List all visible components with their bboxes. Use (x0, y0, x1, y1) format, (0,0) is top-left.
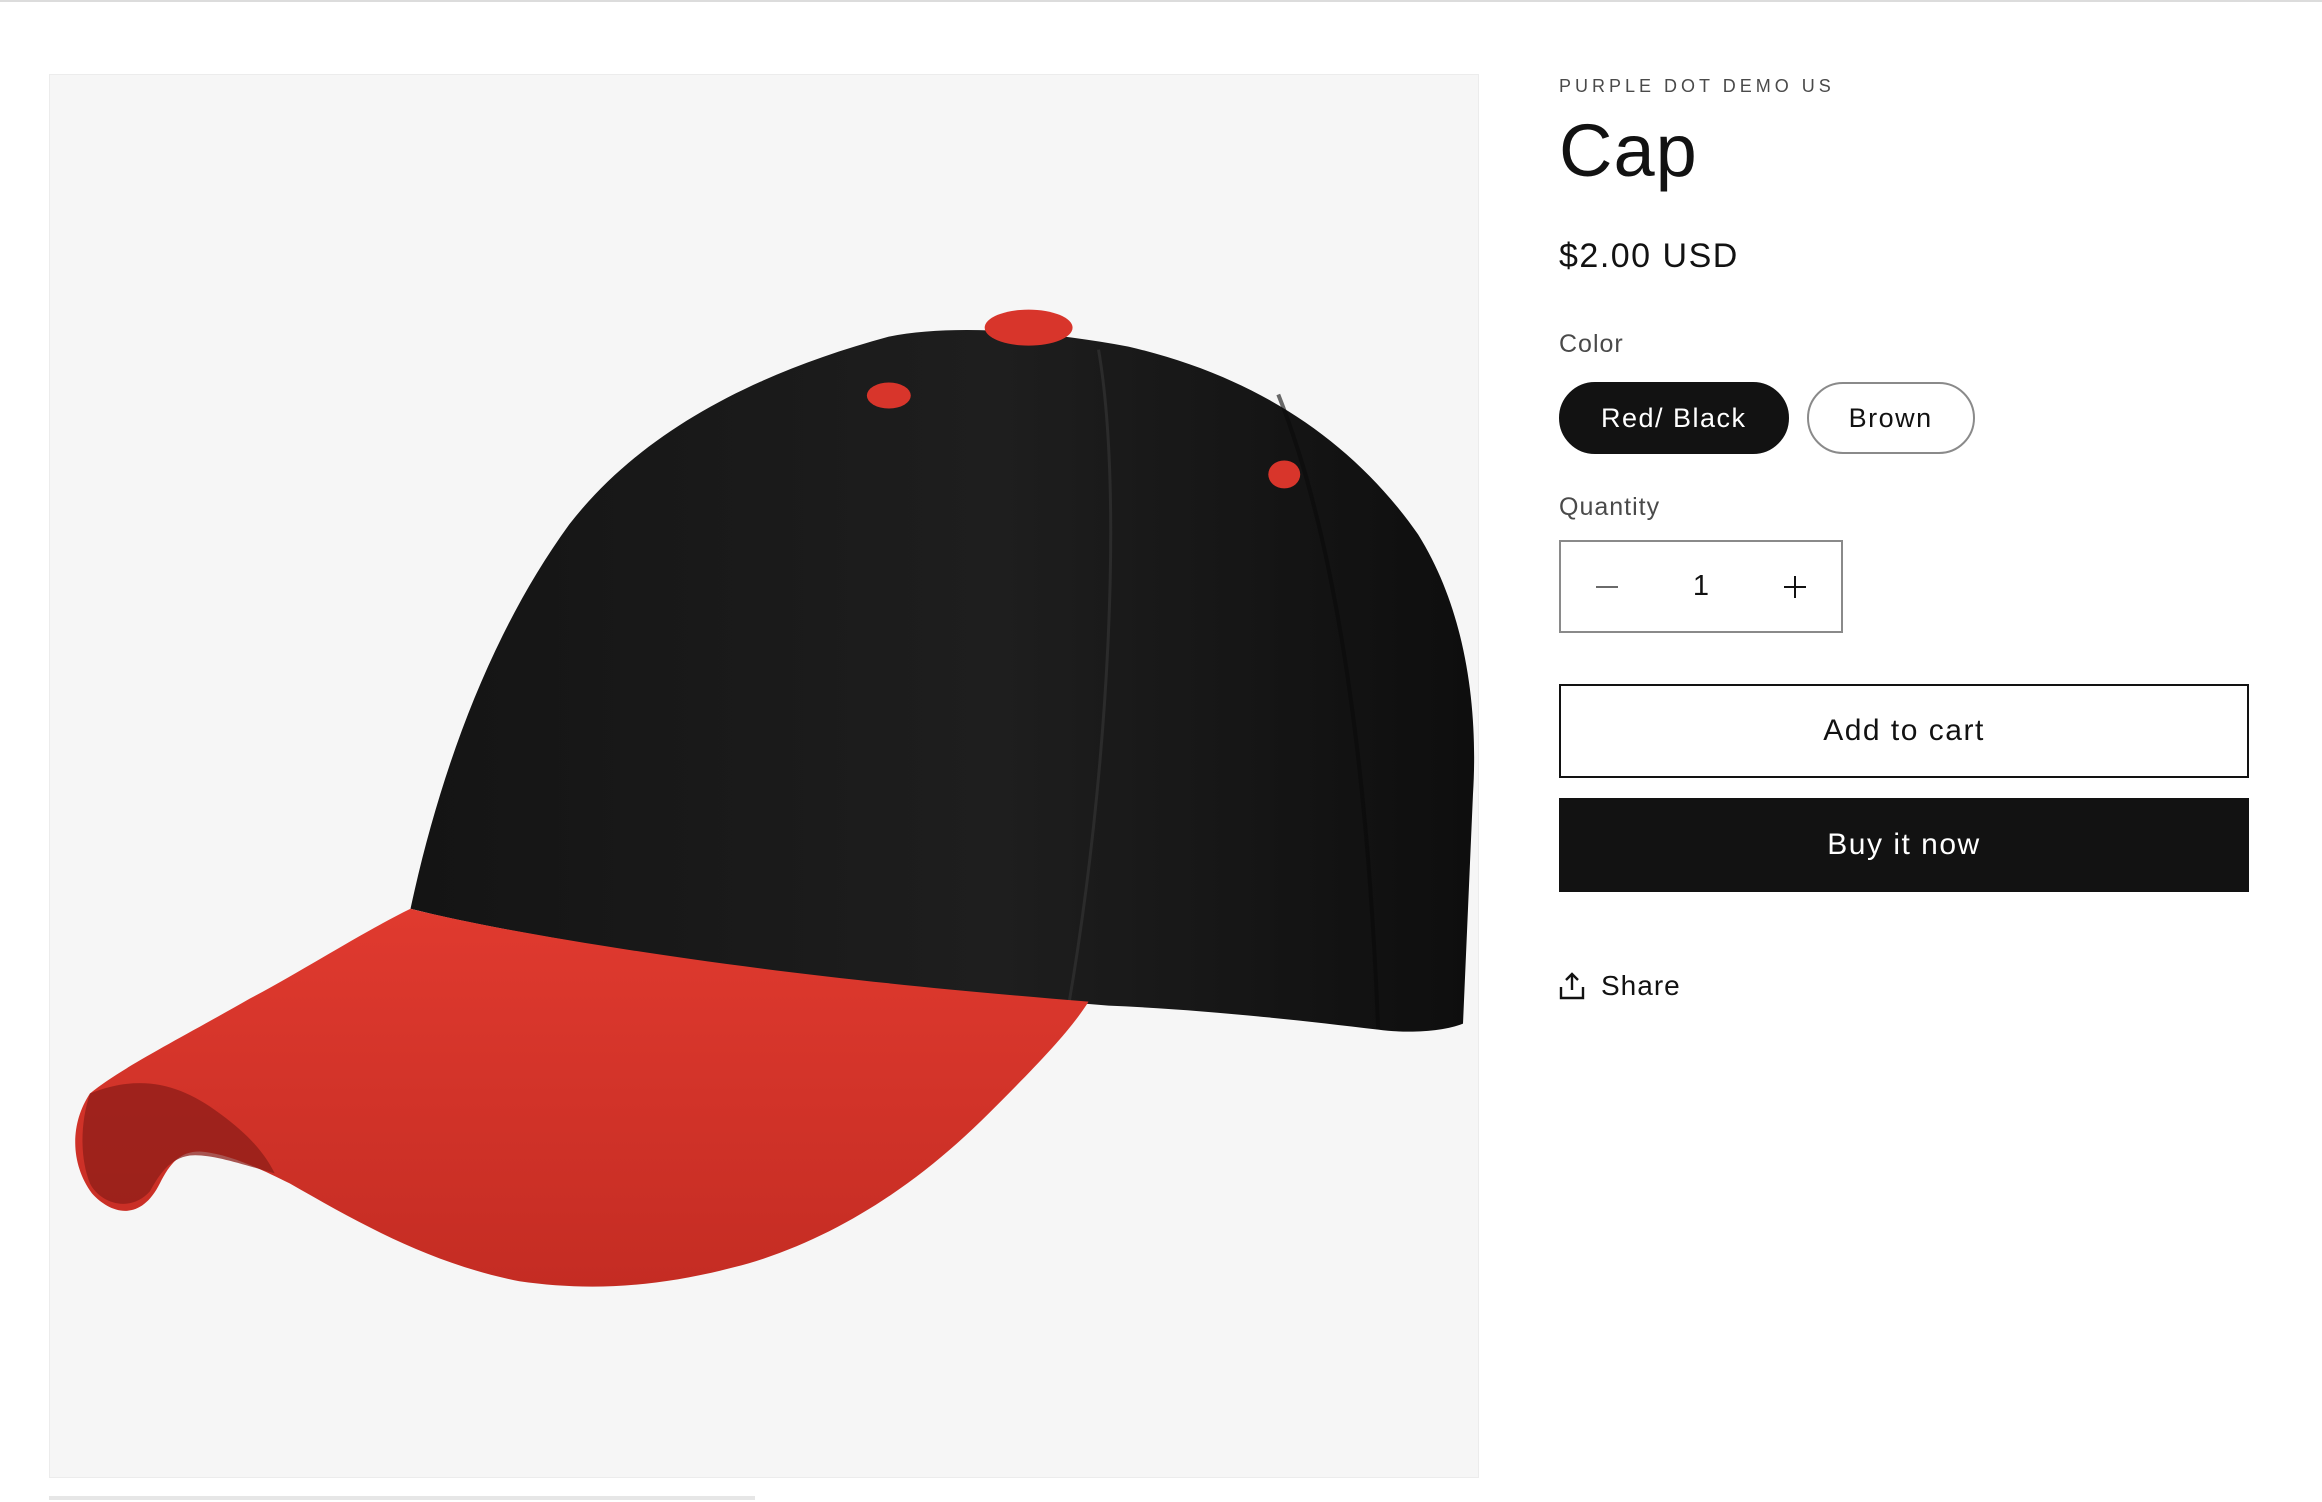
quantity-stepper (1559, 540, 1843, 633)
add-to-cart-button[interactable]: Add to cart (1559, 684, 2249, 778)
color-label: Color (1559, 330, 1624, 358)
increase-quantity-button[interactable] (1749, 542, 1841, 631)
color-option-red-black[interactable]: Red/ Black (1559, 382, 1789, 454)
product-title: Cap (1559, 109, 1698, 192)
share-label: Share (1601, 970, 1681, 1001)
product-image[interactable] (49, 74, 1479, 1478)
decrease-quantity-button[interactable] (1561, 542, 1653, 631)
color-option-brown[interactable]: Brown (1806, 382, 1975, 454)
buy-it-now-button[interactable]: Buy it now (1559, 798, 2249, 892)
quantity-input[interactable] (1653, 542, 1749, 631)
quantity-label: Quantity (1559, 493, 1661, 521)
product-price: $2.00 USD (1559, 237, 1739, 275)
share-button[interactable]: Share (1559, 970, 1681, 1002)
cap-image (75, 309, 1475, 1287)
header-divider (0, 0, 2322, 2)
media-thumbnail-indicator[interactable] (49, 1496, 755, 1500)
plus-icon (1784, 575, 1806, 598)
vendor-name: PURPLE DOT DEMO US (1559, 76, 1835, 96)
share-upload-icon (1559, 972, 1585, 1000)
minus-icon (1596, 585, 1618, 588)
color-options: Red/ Black Brown (1559, 382, 1975, 454)
